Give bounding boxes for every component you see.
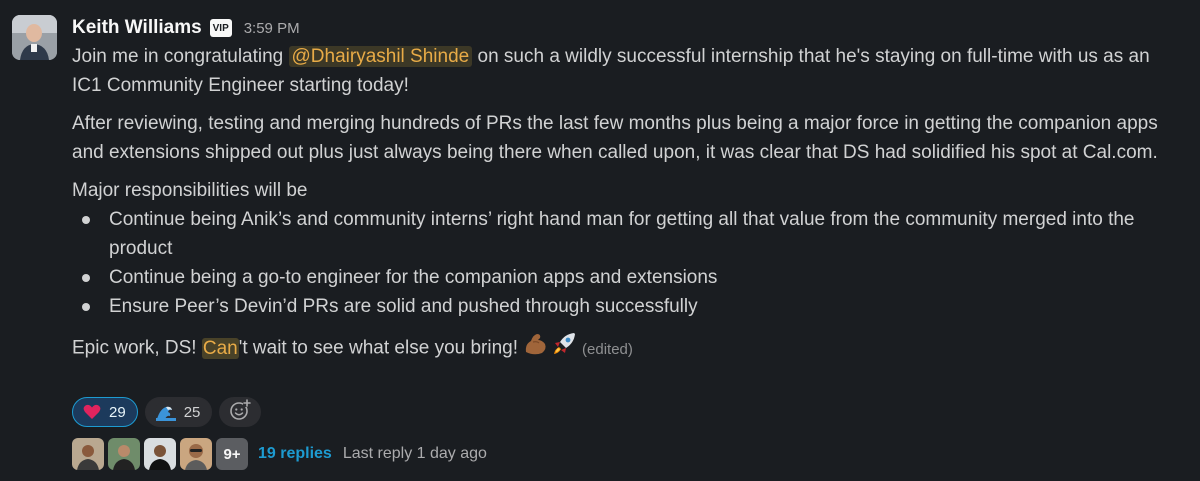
message: Keith Williams VIP 3:59 PM Join me in co…	[0, 0, 1200, 481]
last-reply-text: Last reply 1 day ago	[342, 445, 487, 462]
wave-icon	[155, 403, 176, 421]
sender-name[interactable]: Keith Williams	[72, 17, 202, 39]
message-header: Keith Williams VIP 3:59 PM	[72, 13, 300, 43]
reaction-heart[interactable]: 29	[72, 397, 138, 427]
responsibilities-list: Continue being Anik’s and community inte…	[72, 205, 1182, 321]
rocket-emoji[interactable]	[550, 330, 578, 367]
add-reaction-button[interactable]	[219, 397, 262, 427]
avatar	[180, 438, 212, 470]
paragraph-2: After reviewing, testing and merging hun…	[72, 113, 1158, 163]
closing-paragraph: Epic work, DS! Can't wait to see what el…	[72, 330, 1182, 367]
message-body: Join me in congratulating @Dhairyashil S…	[72, 42, 1182, 367]
thread-avatars: 9+	[72, 438, 248, 470]
flexed-biceps-emoji[interactable]	[522, 330, 550, 367]
bullet-icon	[82, 274, 90, 282]
red-heart-icon	[83, 404, 101, 420]
responsibilities-section: Major responsibilities will be Continue …	[72, 176, 1182, 321]
closing-text: Epic work, DS!	[72, 337, 202, 359]
list-item: Ensure Peer’s Devin’d PRs are solid and …	[72, 292, 1182, 321]
bullet-icon	[82, 216, 90, 224]
more-participants-badge: 9+	[216, 438, 248, 470]
user-mention[interactable]: @Dhairyashil Shinde	[288, 46, 473, 67]
add-reaction-icon	[229, 398, 252, 426]
reaction-count: 25	[183, 403, 201, 421]
list-item-text: Continue being a go-to engineer for the …	[109, 267, 718, 288]
highlighted-keyword: Can	[201, 337, 239, 359]
bullet-icon	[82, 303, 90, 311]
message-timestamp[interactable]: 3:59 PM	[244, 20, 300, 37]
reactions-bar: 29 25	[72, 397, 262, 427]
list-item: Continue being Anik’s and community inte…	[72, 205, 1182, 263]
thread-summary[interactable]: 9+ 19 replies Last reply 1 day ago	[72, 438, 487, 470]
intro-paragraph: Join me in congratulating @Dhairyashil S…	[72, 42, 1182, 100]
reaction-count: 29	[109, 403, 126, 421]
intro-text: Join me in congratulating	[72, 46, 289, 67]
avatar	[108, 438, 140, 470]
sender-avatar[interactable]	[12, 15, 57, 60]
closing-text-continued: 't wait to see what else you bring!	[238, 337, 519, 359]
list-item-text: Continue being Anik’s and community inte…	[109, 209, 1135, 259]
list-item-text: Ensure Peer’s Devin’d PRs are solid and …	[109, 296, 698, 317]
edited-label: (edited)	[582, 340, 633, 358]
avatar	[72, 438, 104, 470]
avatar	[144, 438, 176, 470]
reaction-wave[interactable]: 25	[144, 397, 213, 427]
list-item: Continue being a go-to engineer for the …	[72, 263, 1182, 292]
responsibilities-heading: Major responsibilities will be	[72, 180, 308, 201]
replies-link[interactable]: 19 replies	[258, 445, 332, 463]
vip-badge: VIP	[209, 19, 232, 37]
